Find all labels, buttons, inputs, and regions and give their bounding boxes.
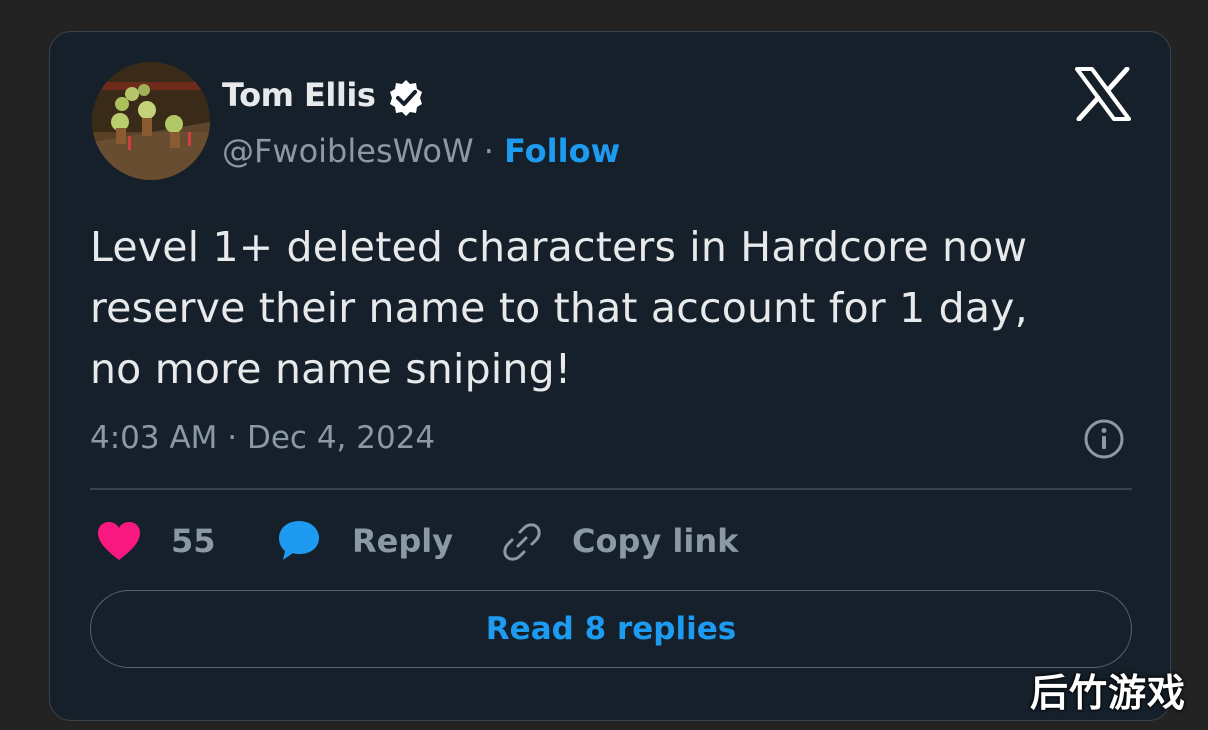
separator: · xyxy=(483,132,494,170)
author-name[interactable]: Tom Ellis xyxy=(222,76,376,114)
tweet-embed-card: Tom Ellis @FwoiblesWoW · Follow Level 1+… xyxy=(49,31,1171,721)
divider xyxy=(90,488,1132,490)
read-replies-label: Read 8 replies xyxy=(485,611,737,647)
tweet-text-line: reserve their name to that account for 1… xyxy=(90,284,1028,332)
action-bar: 55 Reply Copy link xyxy=(50,518,1170,568)
avatar-image xyxy=(92,62,210,180)
reply-button[interactable]: Reply xyxy=(352,522,453,560)
read-replies-button[interactable]: Read 8 replies xyxy=(90,590,1132,668)
tweet-timestamp[interactable]: 4:03 AM · Dec 4, 2024 xyxy=(90,420,435,456)
speech-bubble-icon[interactable] xyxy=(276,518,322,562)
copy-link-button[interactable]: Copy link xyxy=(572,522,738,560)
like-count: 55 xyxy=(171,522,216,560)
avatar[interactable] xyxy=(92,62,210,180)
heart-icon[interactable] xyxy=(96,520,142,562)
tweet-text-line: no more name sniping! xyxy=(90,345,572,393)
follow-button[interactable]: Follow xyxy=(504,132,620,170)
info-icon[interactable] xyxy=(1082,417,1126,461)
author-handle-line: @FwoiblesWoW · Follow xyxy=(222,132,620,170)
verified-badge-icon xyxy=(390,80,422,116)
tweet-text: Level 1+ deleted characters in Hardcore … xyxy=(90,217,1130,400)
tweet-text-line: Level 1+ deleted characters in Hardcore … xyxy=(90,223,1028,271)
link-icon[interactable] xyxy=(500,520,544,564)
x-logo-icon[interactable] xyxy=(1075,67,1131,121)
author-handle[interactable]: @FwoiblesWoW xyxy=(222,132,474,170)
watermark: 后竹游戏 xyxy=(1030,671,1187,715)
